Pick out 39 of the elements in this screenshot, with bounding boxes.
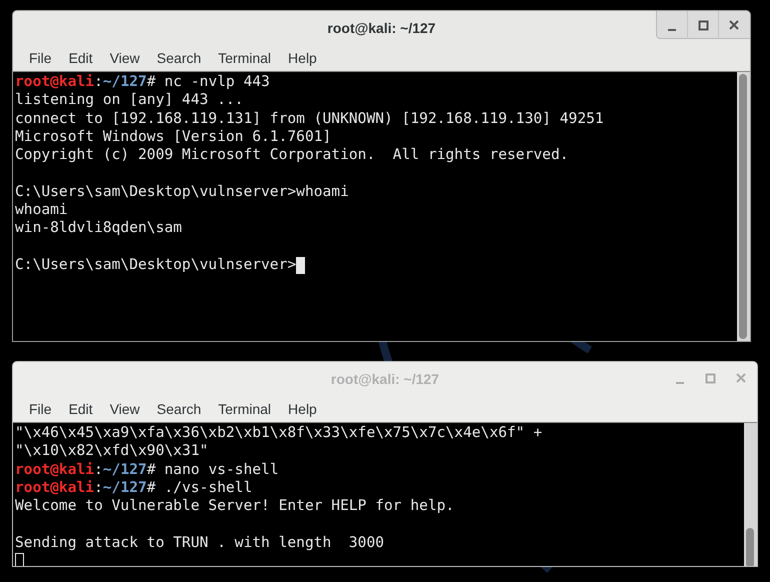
- output-line: Welcome to Vulnerable Server! Enter HELP for help.: [15, 497, 454, 516]
- close-icon: [736, 372, 747, 384]
- menu-item[interactable]: File: [21, 48, 60, 68]
- window-title: root@kali: ~/127: [327, 18, 436, 38]
- menu-item[interactable]: Edit: [60, 48, 101, 68]
- output-line: "\x46\x45\xa9\xfa\x36\xb2\xb1\x8f\x33\xfe\x75\x7c\x4e\x6f" +: [15, 424, 542, 442]
- prompt-line: root@kali:~/127# nc -nvlp 443: [15, 73, 270, 92]
- close-icon: [729, 20, 740, 30]
- menu-item[interactable]: Search: [148, 398, 210, 420]
- output-line: connect to [192.168.119.131] from (UNKNOWN) [192.168.119.130] 49251: [15, 110, 604, 128]
- maximize-icon: [698, 20, 708, 30]
- menu-item[interactable]: Help: [280, 48, 325, 68]
- menu-item[interactable]: Terminal: [210, 48, 280, 68]
- output-line: win-8ldvli8qden\sam: [15, 219, 182, 238]
- minimize-icon: [668, 28, 676, 30]
- output-line: C:\Users\sam\Desktop\vulnserver>: [15, 256, 296, 274]
- output-line: "\x10\x82\xfd\x90\x31": [15, 442, 208, 461]
- output-line: Copyright (c) 2009 Microsoft Corporation. All rights reserved.: [15, 146, 569, 164]
- scrollbar[interactable]: [744, 423, 757, 566]
- minimize-icon: [676, 382, 684, 384]
- maximize-icon: [705, 372, 716, 384]
- menu-item[interactable]: File: [21, 398, 60, 420]
- prompt-line: root@kali:~/127# ./vs-shell: [15, 478, 252, 498]
- menu-item[interactable]: Search: [148, 48, 210, 68]
- menu-item[interactable]: View: [102, 48, 148, 68]
- menu-item[interactable]: Terminal: [210, 398, 280, 420]
- prompt-line: root@kali:~/127# nano vs-shell: [15, 460, 279, 479]
- scrollbar-thumb[interactable]: [739, 74, 747, 339]
- menu-item[interactable]: Edit: [60, 398, 101, 420]
- window-title: root@kali: ~/127: [330, 370, 440, 388]
- output-line: whoami: [15, 201, 68, 220]
- output-line: Sending attack to TRUN . with length 3000: [15, 534, 384, 552]
- output-line: Microsoft Windows [Version 6.1.7601]: [15, 128, 332, 146]
- output-line: listening on [any] 443 ...: [15, 91, 244, 110]
- menu-item[interactable]: View: [102, 398, 148, 420]
- menu-item[interactable]: Help: [280, 398, 325, 420]
- scrollbar[interactable]: [737, 72, 750, 341]
- scrollbar-thumb[interactable]: [746, 528, 754, 566]
- output-line: C:\Users\sam\Desktop\vulnserver>whoami: [15, 182, 349, 202]
